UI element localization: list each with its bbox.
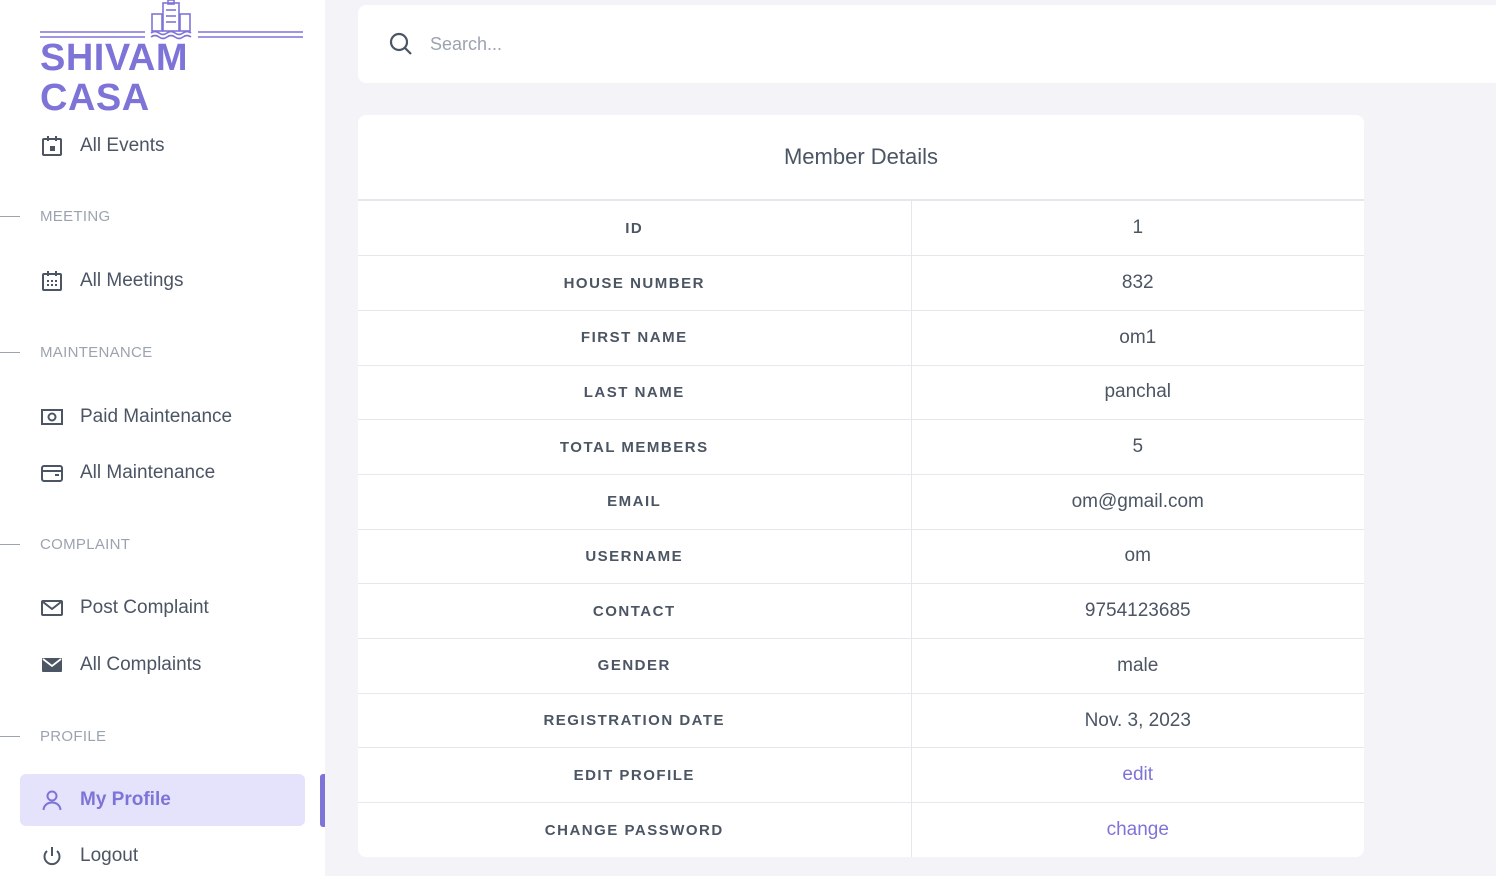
sidebar-item-all-complaints[interactable]: All Complaints: [20, 639, 305, 691]
table-row: REGISTRATION DATE Nov. 3, 2023: [358, 693, 1364, 749]
field-label: EMAIL: [358, 474, 912, 530]
field-label: TOTAL MEMBERS: [358, 419, 912, 475]
table-row: CHANGE PASSWORD change: [358, 802, 1364, 857]
table-row: FIRST NAME om1: [358, 310, 1364, 366]
change-password-link[interactable]: change: [1107, 819, 1169, 840]
field-label: CHANGE PASSWORD: [358, 802, 912, 857]
calendar-event-icon: [40, 134, 64, 158]
field-value: om@gmail.com: [911, 474, 1364, 530]
mail-outline-icon: [40, 596, 64, 620]
table-row: TOTAL MEMBERS 5: [358, 419, 1364, 475]
field-value: panchal: [911, 365, 1364, 421]
field-label: HOUSE NUMBER: [358, 255, 912, 311]
table-row: EMAIL om@gmail.com: [358, 474, 1364, 530]
member-details-table: ID 1 HOUSE NUMBER 832 FIRST NAME om1 LAST N…: [358, 201, 1364, 857]
section-maintenance: MAINTENANCE: [0, 344, 152, 361]
section-complaint: COMPLAINT: [0, 536, 130, 553]
field-label: ID: [358, 201, 912, 257]
section-title: COMPLAINT: [40, 536, 131, 553]
sidebar-item-label: Paid Maintenance: [80, 406, 233, 427]
field-value: om: [911, 529, 1364, 585]
brand-name: SHIVAM CASA: [40, 37, 188, 119]
section-title: PROFILE: [40, 728, 107, 745]
field-value: male: [911, 638, 1364, 694]
power-icon: [40, 844, 64, 868]
sidebar-item-logout[interactable]: Logout: [20, 830, 305, 876]
sidebar: SHIVAM CASA All Events MEETING All Meeti…: [0, 0, 325, 876]
sidebar-item-paid-maintenance[interactable]: Paid Maintenance: [20, 391, 305, 443]
table-row: CONTACT 9754123685: [358, 583, 1364, 639]
sidebar-item-all-events[interactable]: All Events: [20, 120, 305, 172]
sidebar-item-all-meetings[interactable]: All Meetings: [20, 255, 305, 307]
brand-logo[interactable]: SHIVAM CASA: [40, 0, 303, 118]
search-bar: [358, 5, 1496, 83]
section-title: MEETING: [40, 208, 111, 225]
table-row: HOUSE NUMBER 832: [358, 255, 1364, 311]
search-input[interactable]: [430, 33, 1030, 55]
sidebar-item-my-profile[interactable]: My Profile: [20, 774, 305, 826]
section-meeting: MEETING: [0, 208, 110, 225]
active-indicator: [320, 774, 325, 827]
sidebar-item-label: My Profile: [80, 789, 171, 810]
member-details-card: Member Details ID 1 HOUSE NUMBER 832 FIRST…: [358, 115, 1364, 857]
sidebar-item-label: All Meetings: [80, 270, 184, 291]
mail-filled-icon: [40, 653, 64, 677]
field-label: CONTACT: [358, 583, 912, 639]
card-title: Member Details: [358, 115, 1364, 201]
field-label: LAST NAME: [358, 365, 912, 421]
field-value: om1: [911, 310, 1364, 366]
search-icon[interactable]: [388, 31, 414, 57]
section-title: MAINTENANCE: [40, 344, 153, 361]
field-value: 5: [911, 419, 1364, 475]
table-row: USERNAME om: [358, 529, 1364, 585]
field-value: 9754123685: [911, 583, 1364, 639]
sidebar-item-label: All Complaints: [80, 654, 202, 675]
field-value: 832: [911, 255, 1364, 311]
table-row: ID 1: [358, 201, 1364, 257]
edit-profile-link[interactable]: edit: [1122, 764, 1153, 785]
table-row: GENDER male: [358, 638, 1364, 694]
sidebar-item-label: All Events: [80, 135, 165, 156]
field-value: 1: [911, 201, 1364, 257]
wallet-icon: [40, 461, 64, 485]
calendar-grid-icon: [40, 269, 64, 293]
table-row: EDIT PROFILE edit: [358, 747, 1364, 804]
section-profile: PROFILE: [0, 728, 106, 745]
field-value: Nov. 3, 2023: [911, 693, 1364, 749]
field-label: USERNAME: [358, 529, 912, 585]
field-label: REGISTRATION DATE: [358, 693, 912, 749]
user-icon: [40, 788, 64, 812]
field-label: EDIT PROFILE: [358, 747, 912, 804]
sidebar-item-all-maintenance[interactable]: All Maintenance: [20, 447, 305, 499]
field-label: GENDER: [358, 638, 912, 694]
sidebar-item-label: Logout: [80, 845, 139, 866]
field-label: FIRST NAME: [358, 310, 912, 366]
sidebar-item-label: Post Complaint: [80, 597, 209, 618]
cash-icon: [40, 405, 64, 429]
table-row: LAST NAME panchal: [358, 365, 1364, 421]
sidebar-item-label: All Maintenance: [80, 462, 216, 483]
sidebar-item-post-complaint[interactable]: Post Complaint: [20, 582, 305, 634]
